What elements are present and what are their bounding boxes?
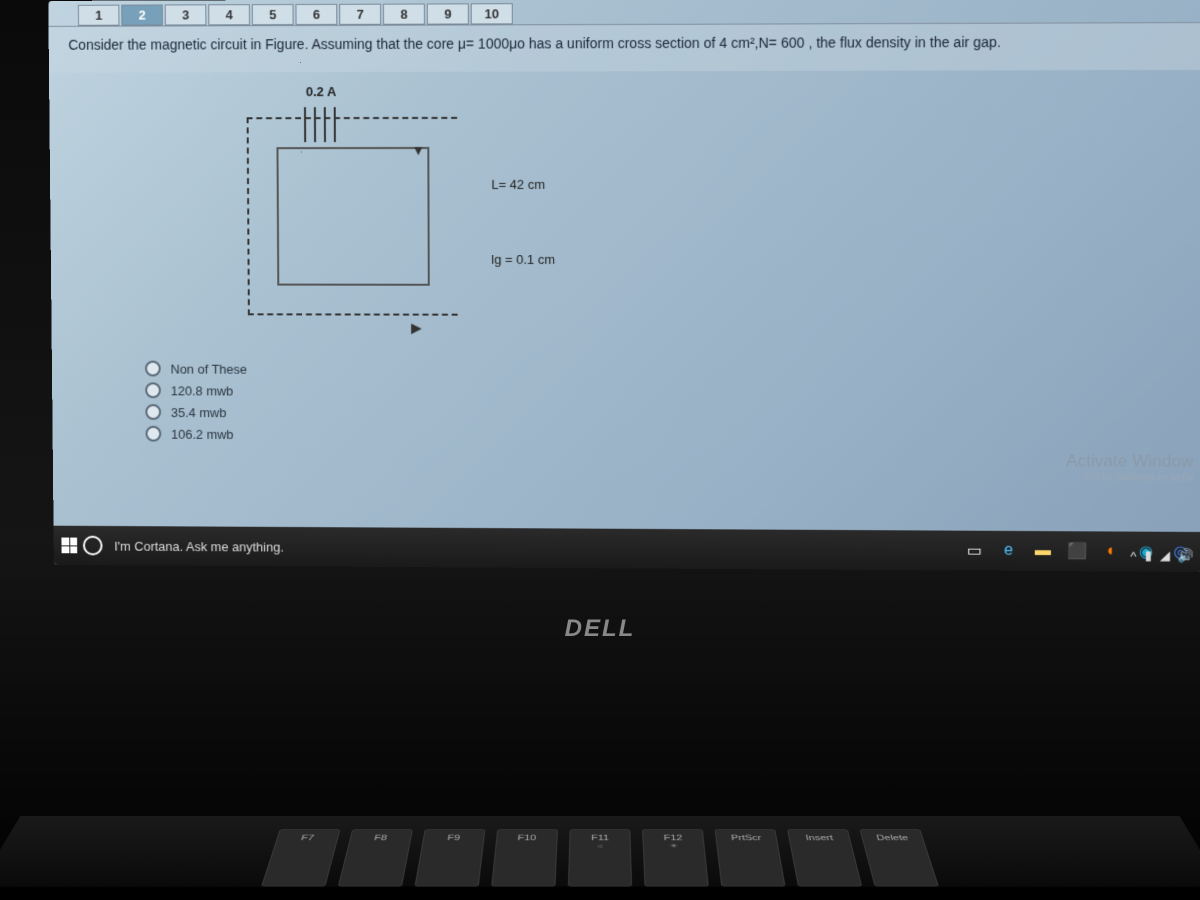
cortana-icon[interactable] <box>83 536 103 556</box>
tab-2[interactable]: 2 <box>121 4 163 25</box>
current-label: 0.2 A <box>306 84 336 99</box>
tab-1[interactable]: 1 <box>78 5 120 26</box>
tab-4[interactable]: 4 <box>208 4 250 25</box>
windows-watermark: Activate Window Go to Settings to activ <box>1066 451 1194 484</box>
start-icon[interactable] <box>61 538 77 554</box>
option-label: 106.2 mwb <box>171 426 234 441</box>
radio-icon[interactable] <box>145 361 161 377</box>
tab-3[interactable]: 3 <box>165 4 207 25</box>
question-text: Consider the magnetic circuit in Figure.… <box>49 22 1200 73</box>
laptop-brand: DELL <box>565 615 636 643</box>
laptop-photo: 1 2 3 4 5 6 7 8 9 10 Consider the magnet… <box>0 0 1200 900</box>
option-row[interactable]: 120.8 mwb <box>145 382 1200 401</box>
option-label: 120.8 mwb <box>171 383 234 398</box>
tab-9[interactable]: 9 <box>427 3 469 24</box>
coil-icon <box>296 102 356 142</box>
option-label: 35.4 mwb <box>171 405 226 420</box>
core-inner <box>276 147 429 286</box>
radio-icon[interactable] <box>145 382 161 398</box>
arrow-down-icon: ▼ <box>411 142 425 158</box>
tab-6[interactable]: 6 <box>295 4 337 25</box>
tab-5[interactable]: 5 <box>252 4 294 25</box>
store-icon[interactable]: ⬛ <box>1063 537 1092 565</box>
key-delete: Delete <box>859 829 938 886</box>
option-row[interactable]: Non of These <box>145 361 1200 380</box>
system-tray[interactable]: ^ ▮ ◢ 🔊 <box>1130 548 1194 564</box>
firefox-icon[interactable]: ◐ <box>1097 537 1126 565</box>
taskbar: I'm Cortana. Ask me anything. ▭ e ▬ ⬛ ◐ … <box>54 526 1200 572</box>
key-prtscr: PrtScr <box>715 829 786 886</box>
explorer-icon[interactable]: ▬ <box>1029 537 1057 565</box>
laptop-screen: 1 2 3 4 5 6 7 8 9 10 Consider the magnet… <box>48 0 1200 572</box>
length-label: L= 42 cm <box>491 177 545 192</box>
option-row[interactable]: 106.2 mwb <box>145 426 1200 446</box>
cortana-text[interactable]: I'm Cortana. Ask me anything. <box>114 538 284 554</box>
radio-icon[interactable] <box>145 426 161 442</box>
key-f7: F7 <box>261 829 340 886</box>
gap-label: lg = 0.1 cm <box>491 252 555 267</box>
key-f12: F12☀ <box>642 829 709 886</box>
tab-8[interactable]: 8 <box>383 4 425 25</box>
key-f8: F8 <box>338 829 413 886</box>
radio-icon[interactable] <box>145 404 161 420</box>
watermark-sub: Go to Settings to activ <box>1066 471 1194 484</box>
circuit-diagram: 0.2 A ▼ ▶ L= 42 cm lg = 0.1 cm <box>217 82 506 332</box>
watermark-title: Activate Window <box>1066 451 1194 472</box>
answer-options: Non of These 120.8 mwb 35.4 mwb 106.2 mw… <box>145 361 1200 446</box>
option-label: Non of These <box>170 361 247 376</box>
keyboard: F7 F8 F9 F10 F11☼ F12☀ PrtScr Insert Del… <box>0 816 1200 887</box>
option-row[interactable]: 35.4 mwb <box>145 404 1200 424</box>
volume-icon[interactable]: 🔊 <box>1178 548 1195 564</box>
key-insert: Insert <box>787 829 862 886</box>
tab-7[interactable]: 7 <box>339 4 381 25</box>
tab-10[interactable]: 10 <box>471 3 513 24</box>
key-f10: F10 <box>491 829 558 886</box>
arrow-right-icon: ▶ <box>411 320 422 337</box>
battery-icon[interactable]: ▮ <box>1145 548 1152 564</box>
task-view-icon[interactable]: ▭ <box>960 537 988 565</box>
edge-icon[interactable]: e <box>994 537 1022 565</box>
key-f9: F9 <box>414 829 485 886</box>
key-f11: F11☼ <box>568 829 632 886</box>
wifi-icon[interactable]: ◢ <box>1160 548 1170 564</box>
chevron-up-icon[interactable]: ^ <box>1130 548 1136 563</box>
